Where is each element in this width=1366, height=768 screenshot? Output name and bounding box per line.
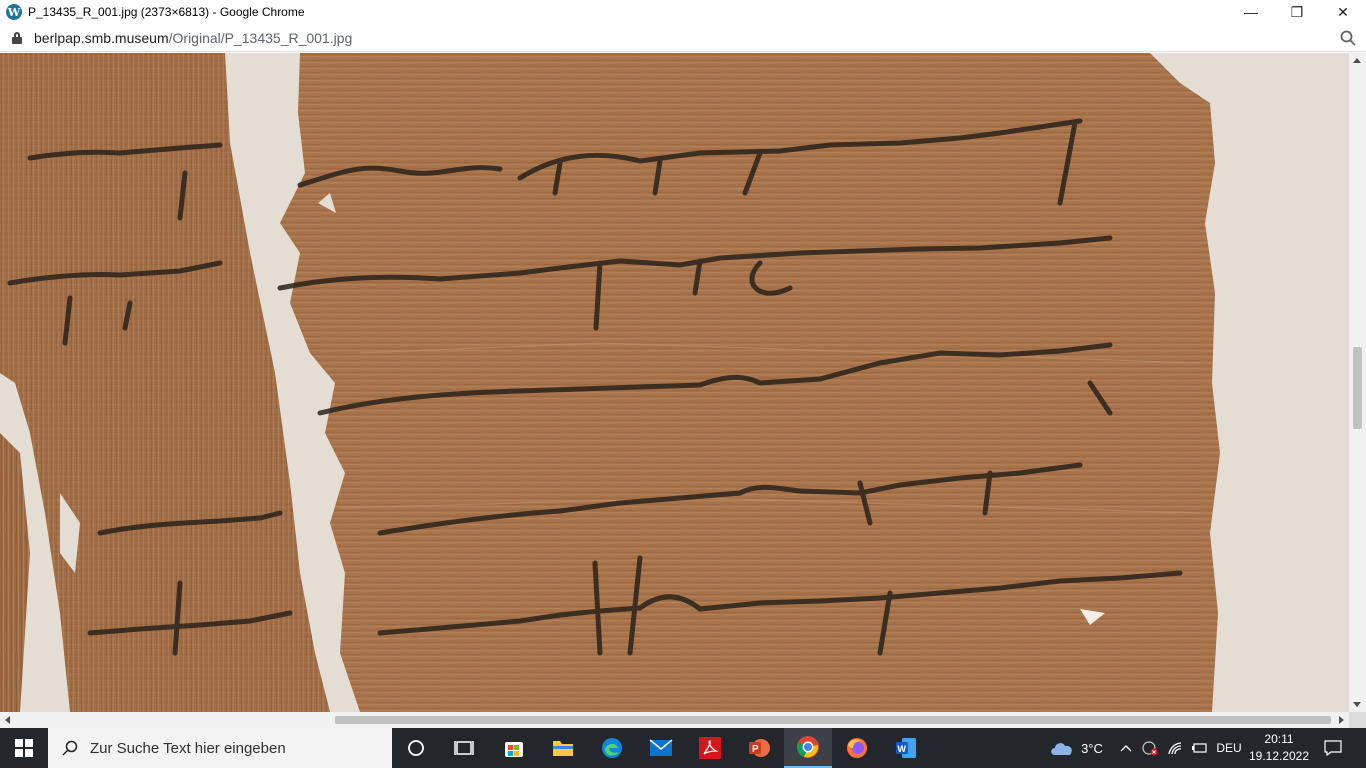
windows-logo-icon <box>15 739 33 757</box>
scroll-up-arrow-icon[interactable] <box>1353 58 1361 63</box>
taskbar-search-box[interactable]: Zur Suche Text hier eingeben <box>48 728 392 768</box>
horizontal-scrollbar[interactable] <box>0 712 1349 728</box>
minimize-button[interactable]: — <box>1228 0 1274 24</box>
show-hidden-icons-chevron-icon[interactable] <box>1116 728 1136 768</box>
windows-taskbar: Zur Suche Text hier eingeben P W 3°C DEU… <box>0 728 1366 768</box>
language-indicator[interactable]: DEU <box>1212 728 1246 768</box>
vertical-scroll-thumb[interactable] <box>1353 347 1362 429</box>
scrollbar-corner <box>1349 712 1366 728</box>
window-title: P_13435_R_001.jpg (2373×6813) - Google C… <box>28 5 305 19</box>
chrome-icon[interactable] <box>784 728 832 768</box>
svg-text:W: W <box>898 744 907 754</box>
window-titlebar[interactable]: W P_13435_R_001.jpg (2373×6813) - Google… <box>0 0 1366 24</box>
firefox-icon[interactable] <box>833 728 881 768</box>
clock-date: 19.12.2022 <box>1248 749 1310 763</box>
network-error-icon[interactable] <box>1140 728 1160 768</box>
mail-icon[interactable] <box>637 728 685 768</box>
vertical-scrollbar[interactable] <box>1349 53 1366 712</box>
restore-button[interactable]: ❐ <box>1274 0 1320 24</box>
wifi-icon[interactable] <box>1164 728 1186 768</box>
papyrus-image <box>0 53 1349 712</box>
url-host: berlpap.smb.museum <box>34 29 169 46</box>
search-placeholder: Zur Suche Text hier eingeben <box>90 739 286 757</box>
battery-icon[interactable] <box>1188 728 1210 768</box>
svg-text:P: P <box>752 744 759 755</box>
notifications-icon[interactable] <box>1318 728 1348 768</box>
weather-widget[interactable]: 3°C <box>1046 728 1106 768</box>
weather-temp: 3°C <box>1081 740 1103 756</box>
horizontal-scroll-thumb[interactable] <box>335 716 1331 724</box>
wordpress-icon: W <box>6 4 22 20</box>
edge-icon[interactable] <box>588 728 636 768</box>
start-button[interactable] <box>0 728 48 768</box>
address-bar[interactable]: berlpap.smb.museum/Original/P_13435_R_00… <box>0 24 1366 52</box>
zoom-icon[interactable] <box>1340 30 1356 46</box>
task-view-icon[interactable] <box>440 728 488 768</box>
scroll-right-arrow-icon[interactable] <box>1339 716 1344 724</box>
cloud-icon <box>1051 743 1072 755</box>
taskbar-clock[interactable]: 20:11 19.12.2022 <box>1248 731 1310 765</box>
search-icon <box>62 740 78 756</box>
lock-icon[interactable] <box>12 31 22 44</box>
url-text[interactable]: berlpap.smb.museum/Original/P_13435_R_00… <box>34 30 352 46</box>
cortana-icon[interactable] <box>392 728 440 768</box>
close-button[interactable]: ✕ <box>1320 0 1366 24</box>
acrobat-icon[interactable] <box>686 728 734 768</box>
image-viewport[interactable] <box>0 53 1349 712</box>
microsoft-store-icon[interactable] <box>490 728 538 768</box>
word-icon[interactable]: W <box>882 728 930 768</box>
url-path: /Original/P_13435_R_001.jpg <box>168 29 353 46</box>
file-explorer-icon[interactable] <box>539 728 587 768</box>
scroll-down-arrow-icon[interactable] <box>1353 702 1361 707</box>
clock-time: 20:11 <box>1264 732 1294 746</box>
scroll-left-arrow-icon[interactable] <box>5 716 10 724</box>
powerpoint-icon[interactable]: P <box>735 728 783 768</box>
